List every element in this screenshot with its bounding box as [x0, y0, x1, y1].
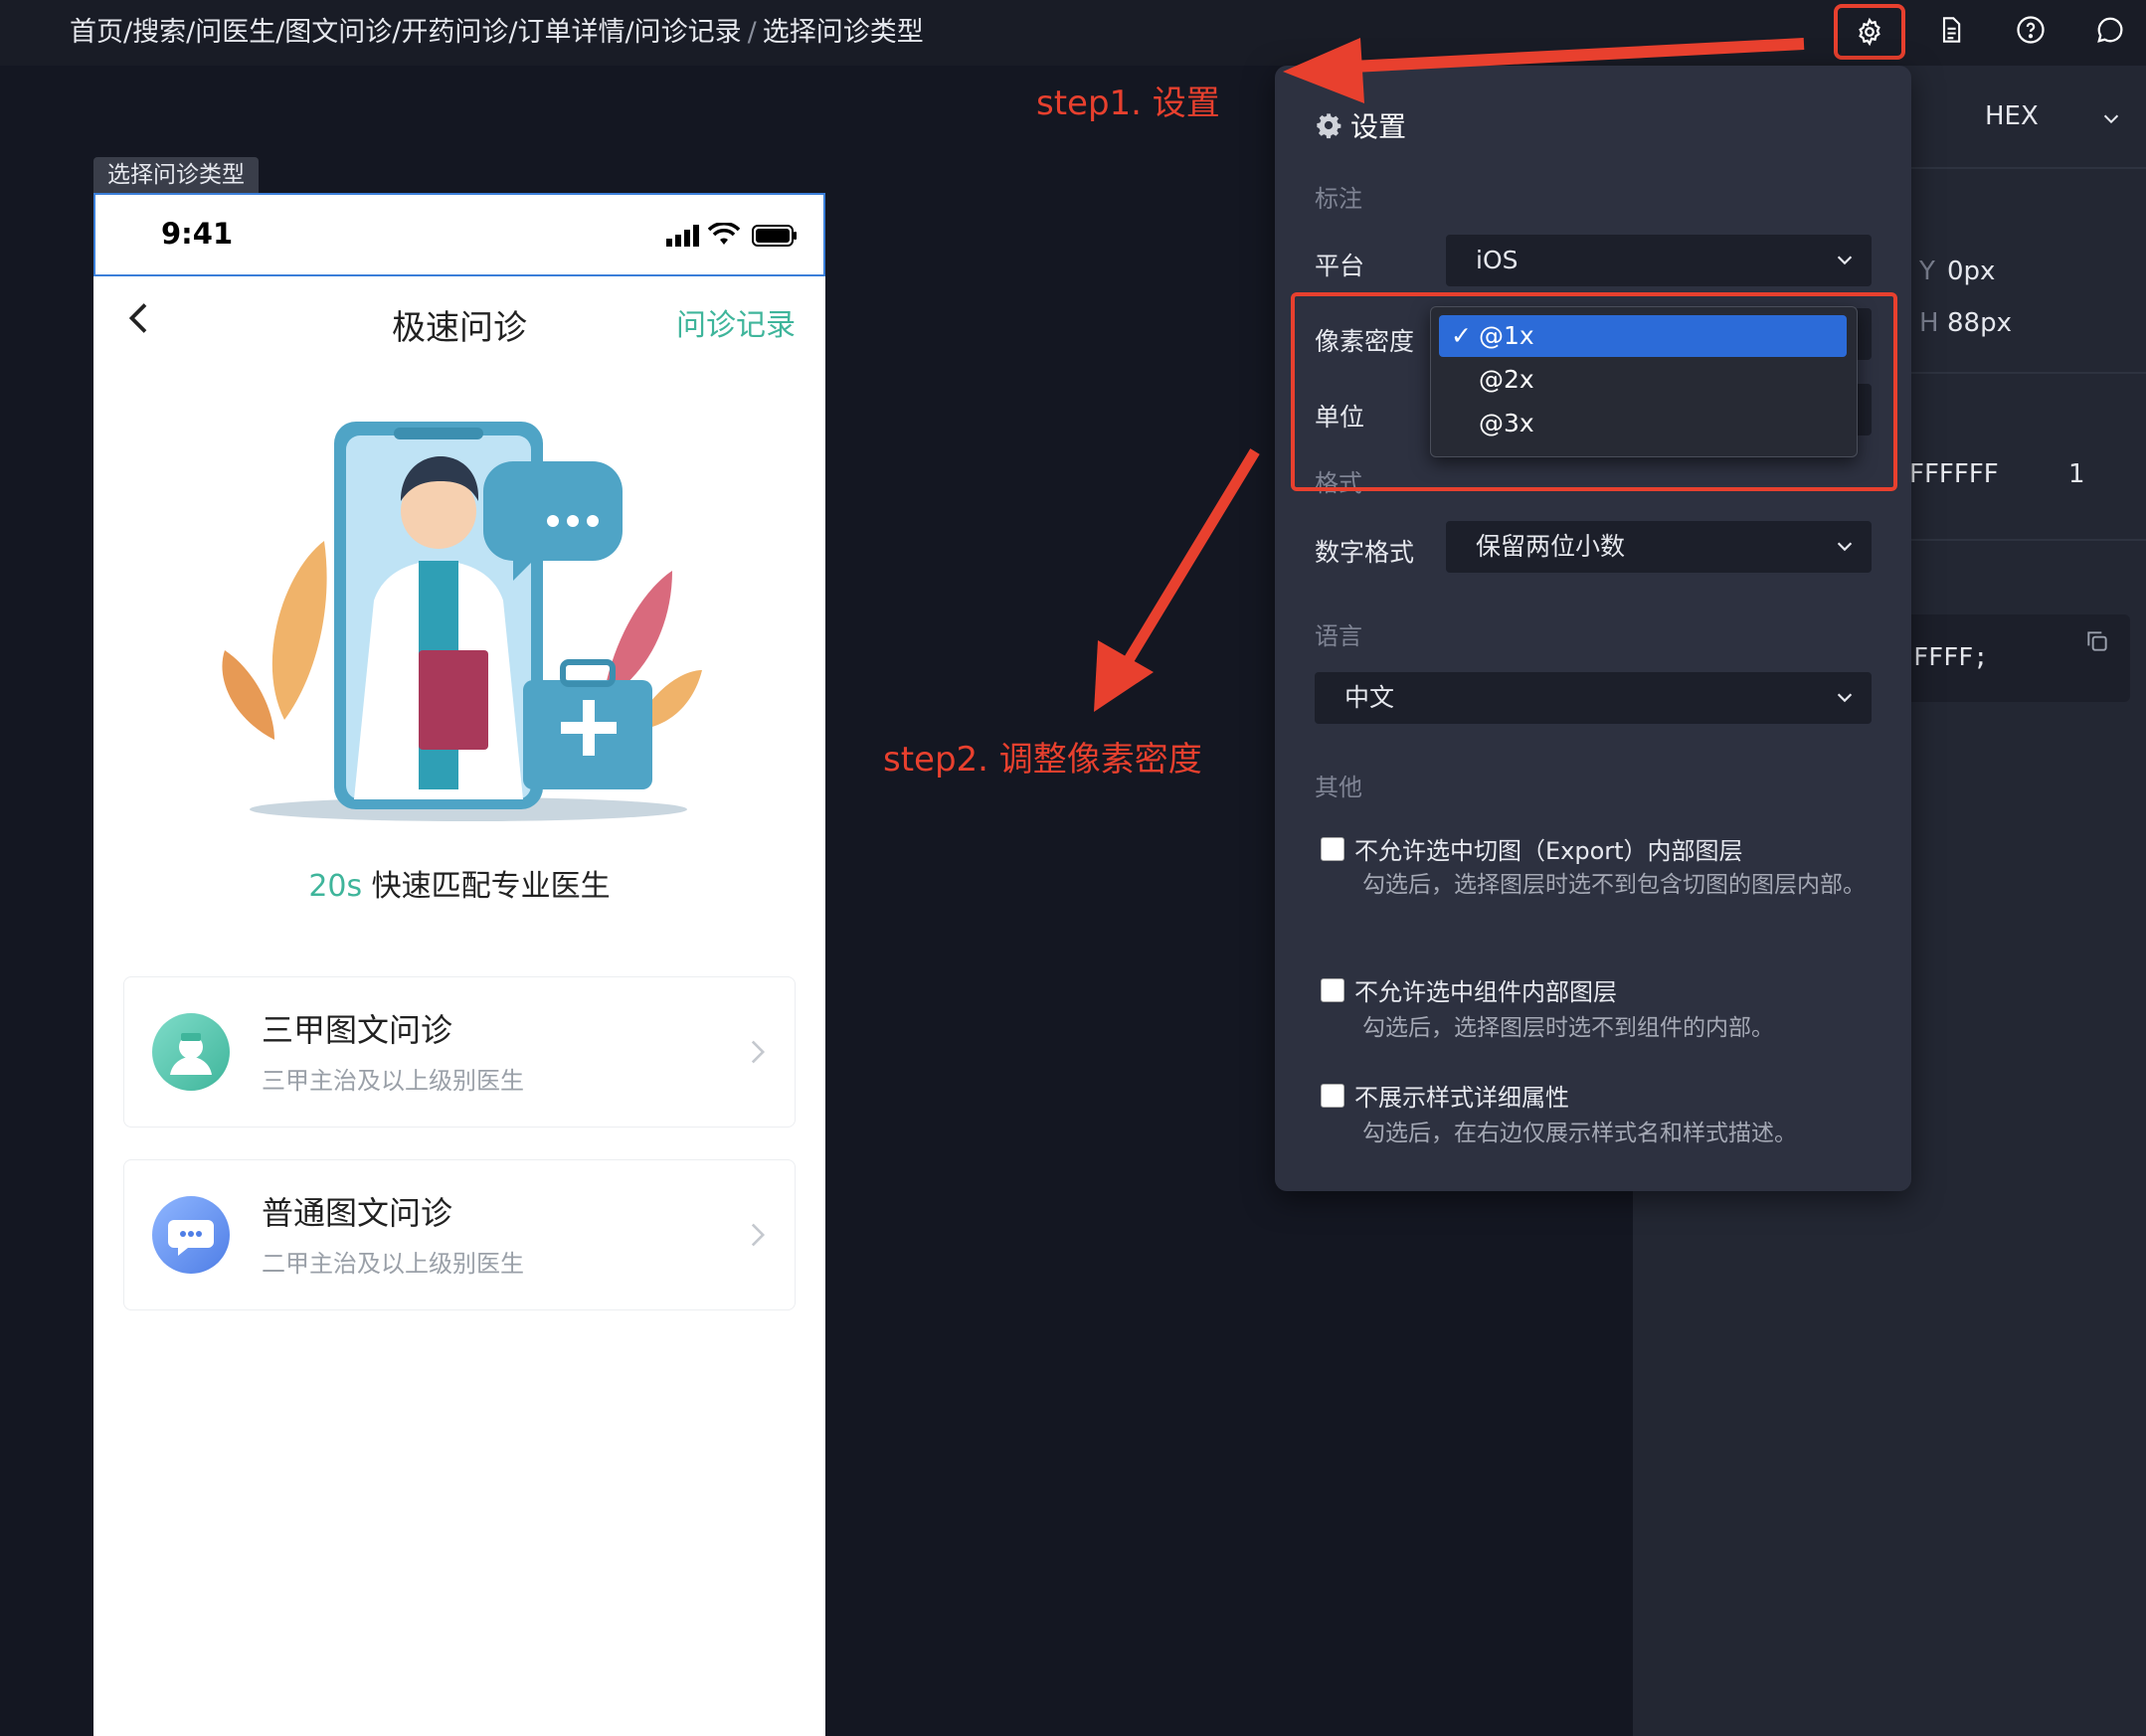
chevron-down-icon	[1837, 542, 1853, 552]
option-desc: 勾选后，选择图层时选不到组件的内部。	[1362, 1015, 1774, 1041]
help-icon	[2017, 16, 2045, 44]
platform-value[interactable]: iOS	[1476, 246, 1519, 274]
option-desc: 勾选后，在右边仅展示样式名和样式描述。	[1362, 1121, 1797, 1146]
breadcrumb-separator: /	[747, 17, 757, 48]
consult-card-general[interactable]: 普通图文问诊 二甲主治及以上级别医生	[123, 1159, 796, 1310]
y-value[interactable]: 0px	[1947, 257, 1995, 286]
card-title: 三甲图文问诊	[262, 1011, 453, 1049]
h-label: H	[1919, 308, 1939, 338]
wifi-icon	[708, 223, 740, 245]
number-format-value[interactable]: 保留两位小数	[1476, 532, 1625, 561]
document-icon	[1942, 17, 1961, 43]
h-value[interactable]: 88px	[1947, 308, 2012, 338]
settings-title: 设置	[1315, 105, 1406, 145]
settings-button[interactable]	[1834, 4, 1905, 60]
y-label: Y	[1919, 257, 1935, 286]
nurse-avatar-icon	[152, 1013, 230, 1091]
artboard-label[interactable]: 选择问诊类型	[93, 157, 259, 193]
settings-title-text: 设置	[1350, 110, 1407, 143]
chat-avatar-icon	[152, 1196, 230, 1274]
section-annotation: 标注	[1315, 185, 1362, 213]
step2-arrow-shaft	[1119, 448, 1260, 671]
copy-icon[interactable]	[2084, 628, 2110, 654]
chevron-right-icon	[751, 1223, 766, 1247]
breadcrumb-path[interactable]: 首页/搜索/问医生/图文问诊/开药问诊/订单详情/问诊记录	[70, 17, 742, 48]
settings-popup[interactable]: 设置 标注 平台 iOS 像素密度 单位 格式 数字格式 保留两位小数 语言 中…	[1275, 66, 1911, 1191]
card-subtitle: 三甲主治及以上级别医生	[262, 1067, 524, 1095]
option-label[interactable]: 不展示样式详细属性	[1354, 1078, 1569, 1113]
card-subtitle: 二甲主治及以上级别医生	[262, 1250, 524, 1278]
option-component-layers[interactable]: 不允许选中组件内部图层	[1321, 972, 1617, 1007]
gear-icon	[1317, 113, 1341, 139]
consult-card-tertiary[interactable]: 三甲图文问诊 三甲主治及以上级别医生	[123, 976, 796, 1128]
color-format-select[interactable]: HEX	[1985, 101, 2039, 131]
number-format-label: 数字格式	[1315, 538, 1415, 567]
tagline-text: 快速匹配专业医生	[362, 869, 611, 904]
tagline: 20s 快速匹配专业医生	[93, 861, 825, 905]
option-export-layers[interactable]: 不允许选中切图（Export）内部图层	[1321, 831, 1743, 866]
battery-icon	[752, 225, 797, 247]
chevron-down-icon	[1837, 256, 1853, 265]
comment-icon	[2097, 17, 2123, 43]
language-select[interactable]: 中文	[1315, 672, 1872, 724]
number-format-select[interactable]: 保留两位小数	[1446, 521, 1872, 573]
platform-select[interactable]: iOS	[1446, 235, 1872, 286]
option-label[interactable]: 不允许选中切图（Export）内部图层	[1354, 831, 1743, 866]
signal-icon	[666, 225, 699, 247]
breadcrumb[interactable]: 首页/搜索/问医生/图文问诊/开药问诊/订单详情/问诊记录 / 选择问诊类型	[70, 10, 924, 49]
card-title: 普通图文问诊	[262, 1194, 453, 1232]
chevron-down-icon	[1837, 693, 1853, 703]
checkbox[interactable]	[1321, 836, 1344, 861]
step2-arrow-head	[1094, 640, 1154, 712]
code-block: FFFF;	[1901, 614, 2130, 702]
checkbox[interactable]	[1321, 977, 1344, 1002]
option-style-details[interactable]: 不展示样式详细属性	[1321, 1078, 1569, 1113]
chevron-down-icon[interactable]	[2100, 107, 2122, 129]
platform-label: 平台	[1315, 252, 1365, 280]
help-button[interactable]	[2011, 10, 2051, 50]
consult-records-link[interactable]: 问诊记录	[676, 300, 796, 344]
fill-opacity-value[interactable]: 1	[2068, 459, 2085, 489]
code-snippet: FFFF;	[1913, 642, 1989, 671]
checkbox[interactable]	[1321, 1083, 1344, 1108]
option-desc: 勾选后，选择图层时选不到包含切图的图层内部。	[1362, 872, 1866, 898]
section-other: 其他	[1315, 774, 1362, 801]
step2-annotation: step2. 调整像素密度	[883, 740, 1202, 780]
tagline-accent: 20s	[308, 869, 363, 904]
artboard-phone[interactable]: 9:41 极速问诊 问诊记录 20s 快速匹配专业医生 三甲图文问诊 三甲主治及…	[93, 193, 825, 1736]
chevron-right-icon	[751, 1040, 766, 1064]
comment-button[interactable]	[2090, 10, 2130, 50]
gear-icon	[1859, 17, 1880, 47]
fill-hex-value[interactable]: FFFFFF	[1909, 459, 1999, 489]
status-time: 9:41	[161, 217, 234, 251]
doctor-illustration	[222, 422, 702, 821]
document-button[interactable]	[1931, 10, 1971, 50]
section-language: 语言	[1315, 622, 1362, 650]
language-value[interactable]: 中文	[1344, 683, 1394, 712]
status-bar-selected[interactable]: 9:41	[93, 193, 825, 276]
color-format-value[interactable]: HEX	[1985, 101, 2039, 131]
density-highlight-box	[1291, 292, 1897, 491]
breadcrumb-current: 选择问诊类型	[762, 17, 924, 48]
option-label[interactable]: 不允许选中组件内部图层	[1354, 972, 1617, 1007]
step1-annotation: step1. 设置	[1036, 84, 1220, 123]
